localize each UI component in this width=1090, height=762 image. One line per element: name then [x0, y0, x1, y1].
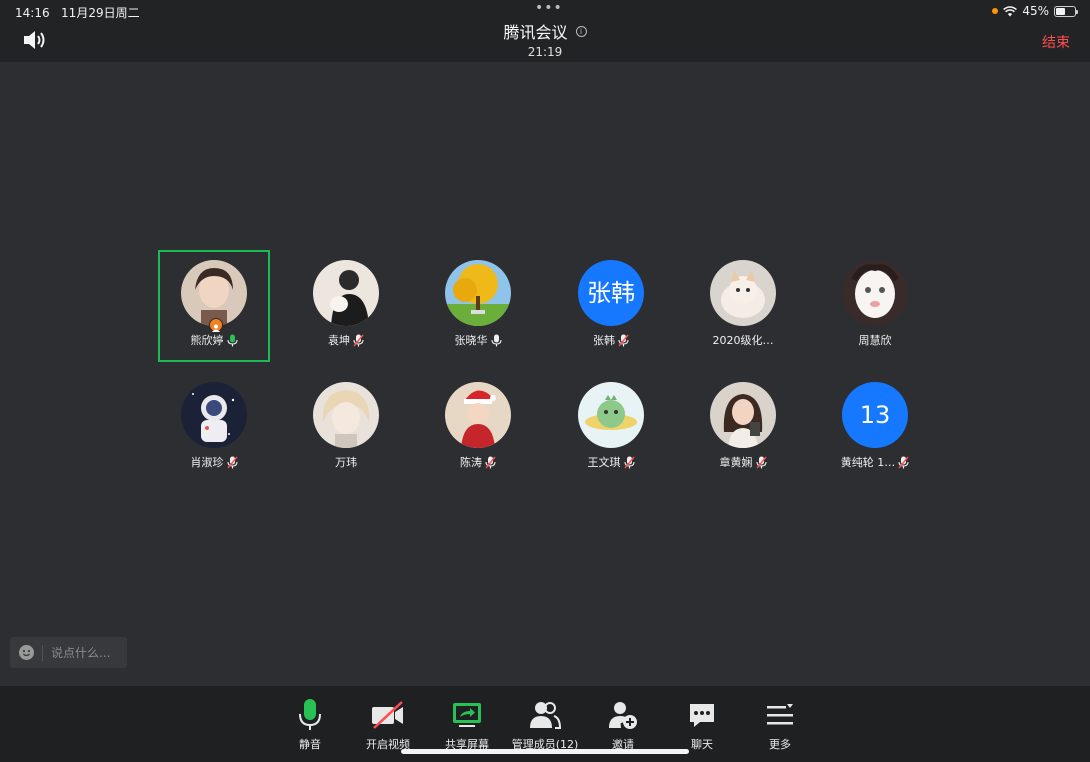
mic-speaking-icon: [226, 334, 238, 346]
avatar: [842, 260, 908, 326]
status-right: 45%: [992, 4, 1078, 18]
avatar: [578, 382, 644, 448]
avatar: [181, 260, 247, 326]
info-icon[interactable]: i: [575, 25, 587, 37]
participant-name-row: 肖淑珍: [158, 454, 270, 470]
meeting-header: 腾讯会议 i 21:19: [0, 19, 1090, 59]
mic-muted-icon: [755, 456, 767, 468]
camera-off-icon: [372, 701, 403, 729]
participant-tile[interactable]: 陈涛: [422, 372, 534, 484]
mic-muted-icon: [226, 456, 238, 468]
participant-name: 陈涛: [460, 456, 482, 469]
emoji-icon[interactable]: [19, 645, 34, 660]
chat-button[interactable]: 聊天: [664, 698, 740, 752]
participant-tile[interactable]: 张韩 张韩: [555, 250, 667, 362]
avatar: 13: [842, 382, 908, 448]
participant-tile[interactable]: 章黄娴: [687, 372, 799, 484]
mic-on-icon: [490, 334, 502, 346]
chat-icon: [690, 704, 714, 727]
participant-tile[interactable]: 肖淑珍: [158, 372, 270, 484]
participant-name-row: 熊欣婷: [160, 332, 268, 348]
home-indicator[interactable]: [401, 749, 689, 754]
share-screen-icon: [453, 703, 481, 727]
invite-icon: [609, 702, 637, 729]
participant-name: 2020级化…: [712, 334, 774, 347]
participant-name: 张韩: [593, 334, 615, 347]
participant-tile[interactable]: 2020级化…: [687, 250, 799, 362]
participant-name-row: 王文琪: [555, 454, 667, 470]
participant-name: 熊欣婷: [190, 334, 224, 347]
manage-members-button[interactable]: 管理成员(12): [507, 698, 583, 752]
participant-name-row: 黄纯轮 1…: [819, 454, 931, 470]
participant-tile[interactable]: 周慧欣: [819, 250, 931, 362]
participant-name: 周慧欣: [858, 334, 892, 347]
battery-percent: 45%: [1022, 4, 1049, 18]
participant-tile[interactable]: 王文琪: [555, 372, 667, 484]
end-meeting-button[interactable]: 结束: [1042, 32, 1070, 52]
mic-muted-icon: [898, 456, 909, 468]
participant-name-row: 周慧欣: [819, 332, 931, 348]
chat-placeholder: 说点什么...: [51, 646, 111, 660]
avatar: [313, 382, 379, 448]
participant-tile[interactable]: 张晓华: [422, 250, 534, 362]
mic-muted-icon: [485, 456, 496, 468]
avatar: [445, 382, 511, 448]
participant-name: 万玮: [335, 456, 357, 469]
chat-divider: [42, 644, 43, 661]
invite-button[interactable]: 邀请: [585, 698, 661, 752]
participant-name: 肖淑珍: [190, 456, 224, 469]
participant-tile[interactable]: 13 黄纯轮 1…: [819, 372, 931, 484]
mute-label: 静音: [299, 738, 321, 751]
top-bar: 14:16 11月29日周二 ••• 45% 腾讯会议 i 21:19 结束: [0, 0, 1090, 62]
avatar: [710, 382, 776, 448]
avatar: [181, 382, 247, 448]
more-button[interactable]: 更多: [742, 698, 818, 752]
mic-icon: [299, 699, 321, 730]
participant-name-row: 袁坤: [290, 332, 402, 348]
participant-name-row: 陈涛: [422, 454, 534, 470]
battery-icon: [1054, 5, 1078, 17]
meeting-title: 腾讯会议: [503, 23, 568, 42]
participant-name: 张晓华: [454, 334, 488, 347]
avatar: [710, 260, 776, 326]
participant-name-row: 2020级化…: [687, 332, 799, 348]
participant-name-row: 张晓华: [422, 332, 534, 348]
avatar: [445, 260, 511, 326]
participant-name: 章黄娴: [719, 456, 753, 469]
participant-name: 袁坤: [328, 334, 350, 347]
mic-muted-icon: [623, 456, 635, 468]
chat-input[interactable]: 说点什么...: [10, 637, 127, 668]
members-icon: [530, 702, 562, 729]
participant-name-row: 张韩: [555, 332, 667, 348]
participant-name-row: 章黄娴: [687, 454, 799, 470]
avatar: [313, 260, 379, 326]
privacy-dot-icon: [992, 8, 999, 14]
mic-muted-icon: [353, 334, 364, 346]
mute-button[interactable]: 静音: [272, 698, 348, 752]
mic-muted-icon: [618, 334, 629, 346]
more-icon: [767, 704, 793, 725]
host-badge-icon: [209, 318, 223, 332]
start-video-button[interactable]: 开启视频: [350, 698, 426, 752]
wifi-icon: [1003, 5, 1018, 16]
more-label: 更多: [769, 738, 791, 751]
avatar: 张韩: [578, 260, 644, 326]
participant-tile[interactable]: 袁坤: [290, 250, 402, 362]
participant-tile[interactable]: 熊欣婷: [158, 250, 270, 362]
status-date: 11月29日周二: [61, 6, 140, 20]
multitask-dots-icon[interactable]: •••: [535, 1, 563, 15]
share-screen-button[interactable]: 共享屏幕: [429, 698, 505, 752]
participant-name: 黄纯轮 1…: [840, 456, 896, 469]
participant-name: 王文琪: [587, 456, 621, 469]
participant-tile[interactable]: 万玮: [290, 372, 402, 484]
meeting-timer: 21:19: [527, 45, 563, 59]
participant-name-row: 万玮: [290, 454, 402, 470]
